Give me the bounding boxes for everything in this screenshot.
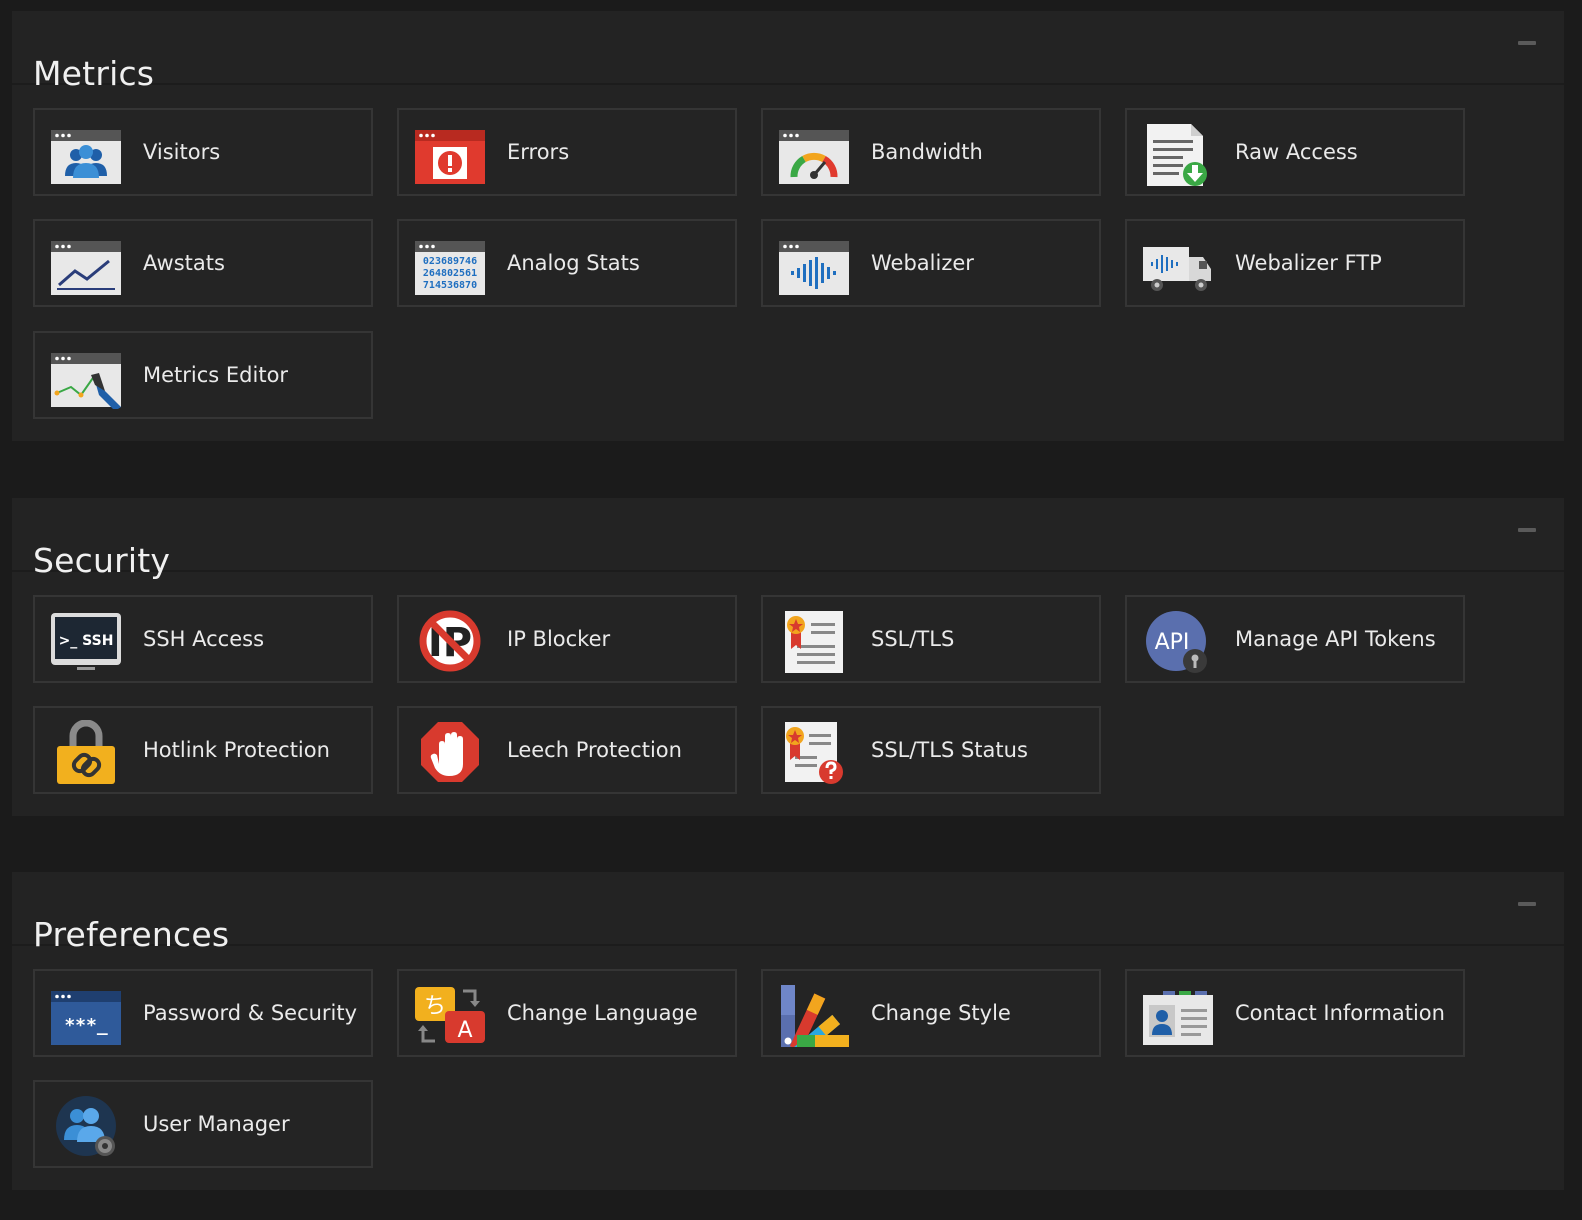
- analog-stats-label: Analog Stats: [507, 251, 640, 275]
- analog-stats-item[interactable]: 023689746 264802561 714536870 Analog Sta…: [397, 219, 737, 307]
- contact-information-icon: [1141, 983, 1215, 1047]
- bandwidth-label: Bandwidth: [871, 140, 983, 164]
- awstats-icon: [49, 233, 123, 297]
- password-security-icon: ***_: [49, 983, 123, 1047]
- errors-label: Errors: [507, 140, 570, 164]
- language-source-glyph: ち: [424, 994, 446, 1019]
- contact-information-label: Contact Information: [1235, 1001, 1445, 1025]
- user-manager-label: User Manager: [143, 1112, 290, 1136]
- metrics-panel: Metrics Visitors Errors Bandwidth Raw Ac…: [12, 11, 1564, 441]
- hotlink-protection-icon: [49, 720, 123, 784]
- ssl-tls-label: SSL/TLS: [871, 627, 955, 651]
- awstats-item[interactable]: Awstats: [33, 219, 373, 307]
- hotlink-protection-label: Hotlink Protection: [143, 738, 330, 762]
- webalizer-ftp-icon: [1141, 233, 1215, 297]
- awstats-label: Awstats: [143, 251, 225, 275]
- security-title: Security: [33, 541, 171, 581]
- change-style-item[interactable]: Change Style: [761, 969, 1101, 1057]
- security-collapse-button[interactable]: [1518, 528, 1536, 532]
- raw-access-label: Raw Access: [1235, 140, 1358, 164]
- errors-item[interactable]: Errors: [397, 108, 737, 196]
- change-language-label: Change Language: [507, 1001, 698, 1025]
- language-target-glyph: A: [457, 1018, 472, 1043]
- security-panel-header: Security: [12, 498, 1564, 580]
- ip-blocker-item[interactable]: IP IP Blocker: [397, 595, 737, 683]
- metrics-collapse-button[interactable]: [1518, 41, 1536, 45]
- bandwidth-item[interactable]: Bandwidth: [761, 108, 1101, 196]
- manage-api-tokens-label: Manage API Tokens: [1235, 627, 1436, 651]
- leech-protection-icon: [413, 720, 487, 784]
- preferences-panel-header: Preferences: [12, 872, 1564, 954]
- webalizer-icon: [777, 233, 851, 297]
- ssh-icon-text: >_ SSH: [59, 633, 114, 649]
- visitors-item[interactable]: Visitors: [33, 108, 373, 196]
- raw-access-item[interactable]: Raw Access: [1125, 108, 1465, 196]
- ssh-access-icon: >_ SSH: [49, 609, 123, 673]
- ssl-tls-item[interactable]: SSL/TLS: [761, 595, 1101, 683]
- hotlink-protection-item[interactable]: Hotlink Protection: [33, 706, 373, 794]
- ssl-tls-icon: [777, 609, 851, 673]
- ip-blocker-icon: IP: [413, 609, 487, 673]
- leech-protection-item[interactable]: Leech Protection: [397, 706, 737, 794]
- metrics-editor-icon: [49, 345, 123, 409]
- ssl-tls-status-item[interactable]: SSL/TLS Status: [761, 706, 1101, 794]
- manage-api-tokens-item[interactable]: API Manage API Tokens: [1125, 595, 1465, 683]
- webalizer-ftp-label: Webalizer FTP: [1235, 251, 1382, 275]
- user-manager-icon: [49, 1094, 123, 1158]
- ssh-access-label: SSH Access: [143, 627, 265, 651]
- analog-digits-row-2: 264802561: [423, 268, 477, 279]
- security-panel: Security >_ SSH SSH Access IP IP Blocker: [12, 498, 1564, 816]
- password-icon-text: ***_: [64, 1015, 108, 1036]
- preferences-collapse-button[interactable]: [1518, 902, 1536, 906]
- errors-icon: [413, 122, 487, 186]
- webalizer-item[interactable]: Webalizer: [761, 219, 1101, 307]
- ip-blocker-label: IP Blocker: [507, 627, 611, 651]
- password-security-item[interactable]: ***_ Password & Security: [33, 969, 373, 1057]
- visitors-icon: [49, 122, 123, 186]
- api-tokens-icon: API: [1141, 609, 1215, 673]
- webalizer-label: Webalizer: [871, 251, 974, 275]
- analog-digits-row-1: 023689746: [423, 256, 477, 267]
- ssl-tls-status-label: SSL/TLS Status: [871, 738, 1028, 762]
- metrics-panel-header: Metrics: [12, 11, 1564, 93]
- password-security-label: Password & Security: [143, 1001, 358, 1025]
- api-icon-text: API: [1155, 630, 1190, 655]
- change-language-icon: ち A: [413, 983, 487, 1047]
- bandwidth-icon: [777, 122, 851, 186]
- ssh-access-item[interactable]: >_ SSH SSH Access: [33, 595, 373, 683]
- visitors-label: Visitors: [143, 140, 221, 164]
- ssl-tls-status-icon: [777, 720, 851, 784]
- metrics-title: Metrics: [33, 54, 155, 94]
- change-style-label: Change Style: [871, 1001, 1011, 1025]
- preferences-title: Preferences: [33, 915, 230, 955]
- raw-access-icon: [1141, 122, 1215, 186]
- webalizer-ftp-item[interactable]: Webalizer FTP: [1125, 219, 1465, 307]
- contact-information-item[interactable]: Contact Information: [1125, 969, 1465, 1057]
- analog-stats-icon: 023689746 264802561 714536870: [413, 233, 487, 297]
- preferences-panel: Preferences ***_ Password & Security ち A: [12, 872, 1564, 1190]
- change-language-item[interactable]: ち A Change Language: [397, 969, 737, 1057]
- analog-digits-row-3: 714536870: [423, 280, 477, 291]
- metrics-editor-label: Metrics Editor: [143, 363, 289, 387]
- metrics-editor-item[interactable]: Metrics Editor: [33, 331, 373, 419]
- leech-protection-label: Leech Protection: [507, 738, 682, 762]
- user-manager-item[interactable]: User Manager: [33, 1080, 373, 1168]
- change-style-icon: [777, 983, 851, 1047]
